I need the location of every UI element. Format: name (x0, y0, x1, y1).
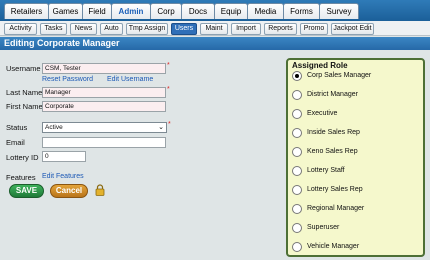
first-name-label: First Name (6, 102, 43, 111)
role-label: Lottery Staff (307, 167, 345, 174)
save-button[interactable]: SAVE (9, 184, 44, 198)
role-label: Lottery Sales Rep (307, 186, 363, 193)
tab-equip[interactable]: Equip (214, 3, 248, 19)
edit-features-link[interactable]: Edit Features (42, 173, 84, 180)
status-select-value: Active (45, 124, 63, 131)
subtab-users[interactable]: Users (171, 23, 197, 35)
lottery-id-field[interactable]: 0 (42, 151, 86, 162)
role-label: Regional Manager (307, 205, 365, 212)
tab-admin[interactable]: Admin (111, 3, 151, 19)
subtab-import[interactable]: Import (231, 23, 261, 35)
subtab-tmp-assign[interactable]: Tmp Assign (126, 23, 168, 35)
chevron-down-icon: ⌄ (158, 124, 164, 131)
features-label: Features (6, 173, 36, 182)
lock-icon[interactable] (95, 184, 105, 196)
status-select[interactable]: Active ⌄ (42, 122, 167, 133)
tab-survey[interactable]: Survey (319, 3, 359, 19)
email-label: Email (6, 138, 25, 147)
tab-media[interactable]: Media (247, 3, 284, 19)
subtab-maint[interactable]: Maint (200, 23, 228, 35)
tab-forms[interactable]: Forms (283, 3, 320, 19)
role-label: Superuser (307, 224, 340, 231)
radio-icon[interactable] (292, 109, 302, 119)
subtab-auto[interactable]: Auto (100, 23, 123, 35)
role-label: Vehicle Manager (307, 243, 360, 250)
edit-username-link[interactable]: Edit Username (107, 76, 153, 83)
role-label: Keno Sales Rep (307, 148, 358, 155)
role-label: Inside Sales Rep (307, 129, 360, 136)
role-label: District Manager (307, 91, 358, 98)
radio-icon[interactable] (292, 166, 302, 176)
status-label: Status (6, 123, 28, 132)
tab-corp[interactable]: Corp (150, 3, 182, 19)
required-mark: * (167, 86, 170, 93)
assigned-role-title: Assigned Role (292, 61, 348, 70)
last-name-field[interactable]: Manager (42, 87, 166, 98)
radio-icon[interactable] (292, 204, 302, 214)
email-field[interactable] (42, 137, 166, 148)
role-label: Executive (307, 110, 338, 117)
tab-retailers[interactable]: Retailers (4, 3, 49, 19)
subtab-activity[interactable]: Activity (4, 23, 37, 35)
top-nav-bar: Retailers Games Field Admin Corp Docs Eq… (0, 0, 430, 21)
reset-password-link[interactable]: Reset Password (42, 76, 93, 83)
radio-selected-icon[interactable] (292, 71, 302, 81)
lottery-id-label: Lottery ID (6, 153, 39, 162)
radio-icon[interactable] (292, 128, 302, 138)
required-mark: * (167, 62, 170, 69)
username-label: Username (6, 64, 41, 73)
subtab-promo[interactable]: Promo (300, 23, 328, 35)
radio-icon[interactable] (292, 223, 302, 233)
cancel-button[interactable]: Cancel (50, 184, 88, 198)
tab-games[interactable]: Games (48, 3, 83, 19)
subtab-reports[interactable]: Reports (264, 23, 297, 35)
page-title: Editing Corporate Manager (0, 37, 430, 50)
role-label: Corp Sales Manager (307, 72, 372, 79)
subtab-jackpot-edit[interactable]: Jackpot Edit (331, 23, 374, 35)
username-field[interactable]: CSM, Tester (42, 63, 166, 74)
required-mark: * (168, 121, 171, 128)
radio-icon[interactable] (292, 185, 302, 195)
assigned-role-panel: Assigned Role Corp Sales Manager Distric… (286, 58, 425, 257)
sub-nav-bar: Activity Tasks News Auto Tmp Assign User… (0, 21, 430, 36)
subtab-news[interactable]: News (70, 23, 97, 35)
first-name-field[interactable]: Corporate (42, 101, 166, 112)
tab-docs[interactable]: Docs (181, 3, 215, 19)
tab-field[interactable]: Field (82, 3, 112, 19)
subtab-tasks[interactable]: Tasks (40, 23, 67, 35)
last-name-label: Last Name (6, 88, 43, 97)
radio-icon[interactable] (292, 242, 302, 252)
radio-icon[interactable] (292, 147, 302, 157)
radio-icon[interactable] (292, 90, 302, 100)
